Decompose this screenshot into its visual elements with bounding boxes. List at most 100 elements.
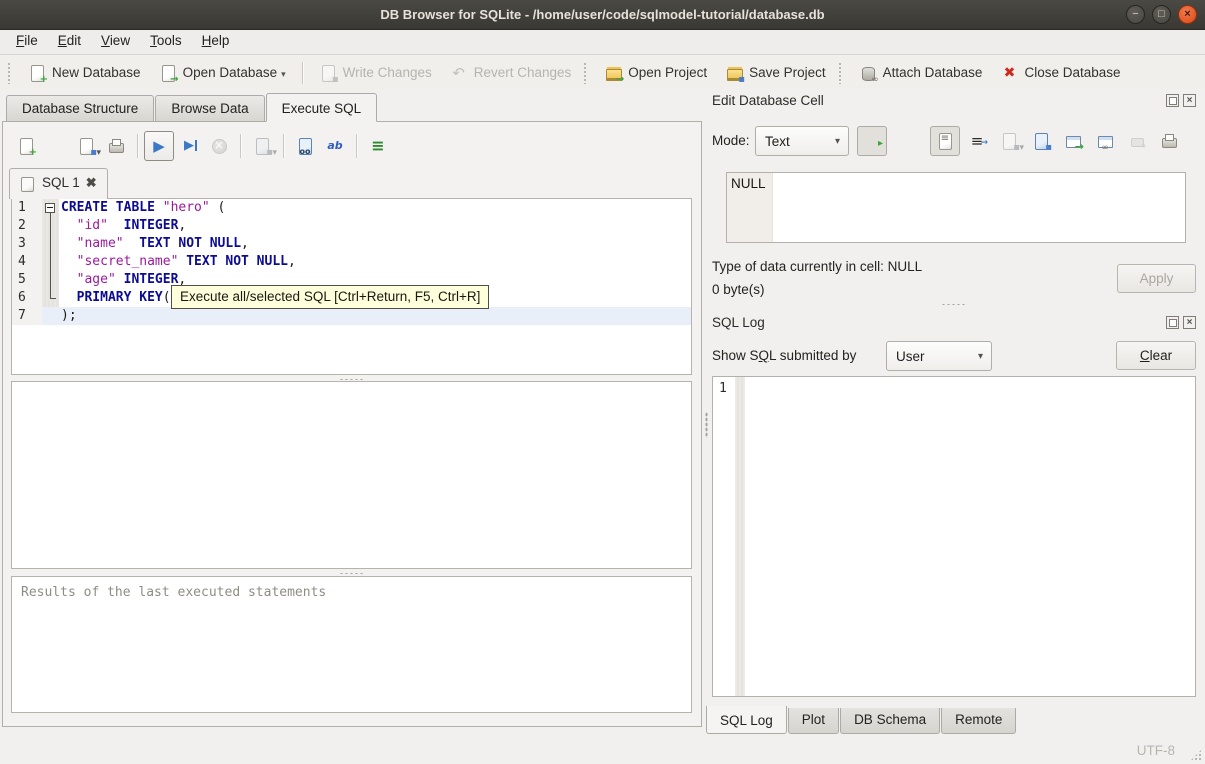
code-line-2[interactable]: 2 "id" INTEGER, <box>12 217 691 235</box>
tab-execute-sql[interactable]: Execute SQL <box>265 93 378 122</box>
word-wrap-button[interactable]: ≡ <box>962 126 992 156</box>
print-sql-button[interactable] <box>101 131 131 161</box>
main-vertical-splitter[interactable] <box>703 122 709 727</box>
code-line-3[interactable]: 3 "name" TEXT NOT NULL, <box>12 235 691 253</box>
dock-float-icon[interactable] <box>1166 316 1179 329</box>
toolbar-button-label: Revert Changes <box>473 65 572 80</box>
apply-button[interactable]: Apply <box>1117 264 1196 293</box>
toolbar-handle[interactable] <box>583 61 589 84</box>
menu-item-file[interactable]: File <box>6 30 48 54</box>
titlebar[interactable]: DB Browser for SQLite - /home/user/code/… <box>0 0 1205 30</box>
menu-item-view[interactable]: View <box>91 30 140 54</box>
window-maximize-button[interactable]: □ <box>1152 5 1171 24</box>
fold-marker-icon[interactable] <box>42 199 59 217</box>
save-results-button[interactable]: ▪ ▾ <box>247 131 277 161</box>
print-cell-button[interactable] <box>1154 126 1184 156</box>
sql-log-dock-title: SQL Log <box>712 315 765 330</box>
code-line-7[interactable]: 7); <box>12 307 691 325</box>
menu-item-edit[interactable]: Edit <box>48 30 91 54</box>
menu-bar: File Edit View Tools Help <box>0 30 1205 55</box>
docks-splitter[interactable] <box>712 301 1196 307</box>
execute-all-button[interactable]: ▶ <box>144 131 174 161</box>
encoding-indicator[interactable]: UTF-8 <box>1137 743 1175 758</box>
new-database-icon-badge: + <box>39 73 48 85</box>
export-data-button[interactable] <box>1058 126 1088 156</box>
execute-line-button[interactable]: ▶ <box>174 131 204 161</box>
main-tab-bar: Database Structure Browse Data Execute SQL <box>6 93 378 122</box>
sql-log-filter-label: Show SQL submitted by <box>712 348 857 363</box>
format-sql-button[interactable]: ab <box>320 131 350 161</box>
cell-editor[interactable]: NULL <box>726 172 1186 243</box>
dock-tab-remote[interactable]: Remote <box>941 708 1017 734</box>
results-message-pane[interactable]: Results of the last executed statements <box>11 576 692 713</box>
write-changes-button[interactable]: ▪ Write Changes <box>310 60 441 86</box>
import-data-button[interactable]: ▪ <box>1026 126 1056 156</box>
line-number: 2 <box>12 217 42 235</box>
save-project-button[interactable]: ▪ Save Project <box>716 60 835 86</box>
close-tab-icon[interactable]: ✖ <box>86 175 97 190</box>
stop-button[interactable] <box>204 131 234 161</box>
resize-grip[interactable] <box>1190 749 1202 761</box>
code-line-1[interactable]: 1 CREATE TABLE "hero" ( <box>12 199 691 217</box>
sql-toolbar: + ▪▾ ▶▶ ▪▾ ab ≡ <box>11 129 393 163</box>
window-title: DB Browser for SQLite - /home/user/code/… <box>380 7 825 22</box>
cell-type-info: Type of data currently in cell: NULL <box>712 259 923 274</box>
dock-close-icon[interactable]: × <box>1183 94 1196 107</box>
save-sql-file-button[interactable]: ▪ ▾ <box>71 131 101 161</box>
toolbar-button-label: New Database <box>52 65 141 80</box>
toolbar-handle[interactable] <box>837 61 843 84</box>
tab-browse-data[interactable]: Browse Data <box>155 95 265 122</box>
revert-changes-button[interactable]: ↶ Revert Changes <box>441 60 581 86</box>
wrap-lines-icon: ≡ <box>371 136 385 155</box>
dock-tab-plot[interactable]: Plot <box>787 708 840 734</box>
sql-log-filter-combobox[interactable]: User ▾ <box>886 341 992 371</box>
tab-database-structure[interactable]: Database Structure <box>6 95 155 122</box>
mode-combobox[interactable]: Text ▾ <box>755 126 849 156</box>
dropdown-arrow-icon[interactable]: ▾ <box>281 69 286 82</box>
toolbar-separator <box>283 134 284 158</box>
new-database-button[interactable]: + New Database <box>19 60 150 86</box>
toolbar-handle[interactable] <box>7 61 12 84</box>
code-line-4[interactable]: 4 "secret_name" TEXT NOT NULL, <box>12 253 691 271</box>
results-grid-pane[interactable] <box>11 381 692 569</box>
menu-item-tools[interactable]: Tools <box>140 30 192 54</box>
revert-changes-icon: ↶ <box>452 63 465 82</box>
dock-close-icon[interactable]: × <box>1183 316 1196 329</box>
open-database-button[interactable]: → Open Database ▾ <box>150 60 295 86</box>
set-null-button[interactable] <box>1122 126 1152 156</box>
new-sql-tab-button[interactable]: + <box>11 131 41 161</box>
auto-switch-mode-button[interactable] <box>857 126 887 156</box>
dock-tab-db-schema[interactable]: DB Schema <box>840 708 941 734</box>
close-database-button[interactable]: ✖ Close Database <box>991 60 1129 86</box>
window-close-button[interactable]: × <box>1178 5 1197 24</box>
window-minimize-button[interactable]: − <box>1126 5 1145 24</box>
open-sql-file-icon <box>47 137 65 155</box>
dropdown-arrow-icon: ▾ <box>272 147 277 157</box>
import-data-icon: ▪ <box>1032 132 1052 153</box>
menu-item-help[interactable]: Help <box>192 30 240 54</box>
sql-file-tab[interactable]: SQL 1 ✖ <box>9 168 108 199</box>
clear-log-button[interactable]: Clear <box>1116 341 1196 370</box>
open-sql-file-button[interactable] <box>41 131 71 161</box>
find-replace-button[interactable] <box>290 131 320 161</box>
dock-float-icon[interactable] <box>1166 94 1179 107</box>
code-text: "secret_name" TEXT NOT NULL, <box>59 253 691 271</box>
open-database-icon: → <box>159 64 179 85</box>
attach-database-button[interactable]: Attach Database <box>850 60 992 86</box>
sql-log-area[interactable]: 1 <box>712 376 1196 697</box>
code-text: ); <box>59 307 691 325</box>
text-mode-button[interactable] <box>930 126 960 156</box>
toolbar-separator <box>356 134 357 158</box>
log-line-number: 1 <box>719 381 727 396</box>
open-project-icon: → <box>604 64 624 85</box>
set-null-icon <box>1128 132 1147 152</box>
write-changes-icon: ▪ <box>319 64 339 85</box>
dock-tab-sql-log[interactable]: SQL Log <box>706 706 787 734</box>
wrap-lines-button[interactable]: ≡ <box>363 131 393 161</box>
save-cell-icon: ▪ <box>1000 132 1020 153</box>
format-sql-icon: ab <box>327 139 343 152</box>
open-in-app-button[interactable] <box>1090 126 1120 156</box>
save-cell-button[interactable]: ▪ ▾ <box>994 126 1024 156</box>
open-project-button[interactable]: → Open Project <box>595 60 716 86</box>
